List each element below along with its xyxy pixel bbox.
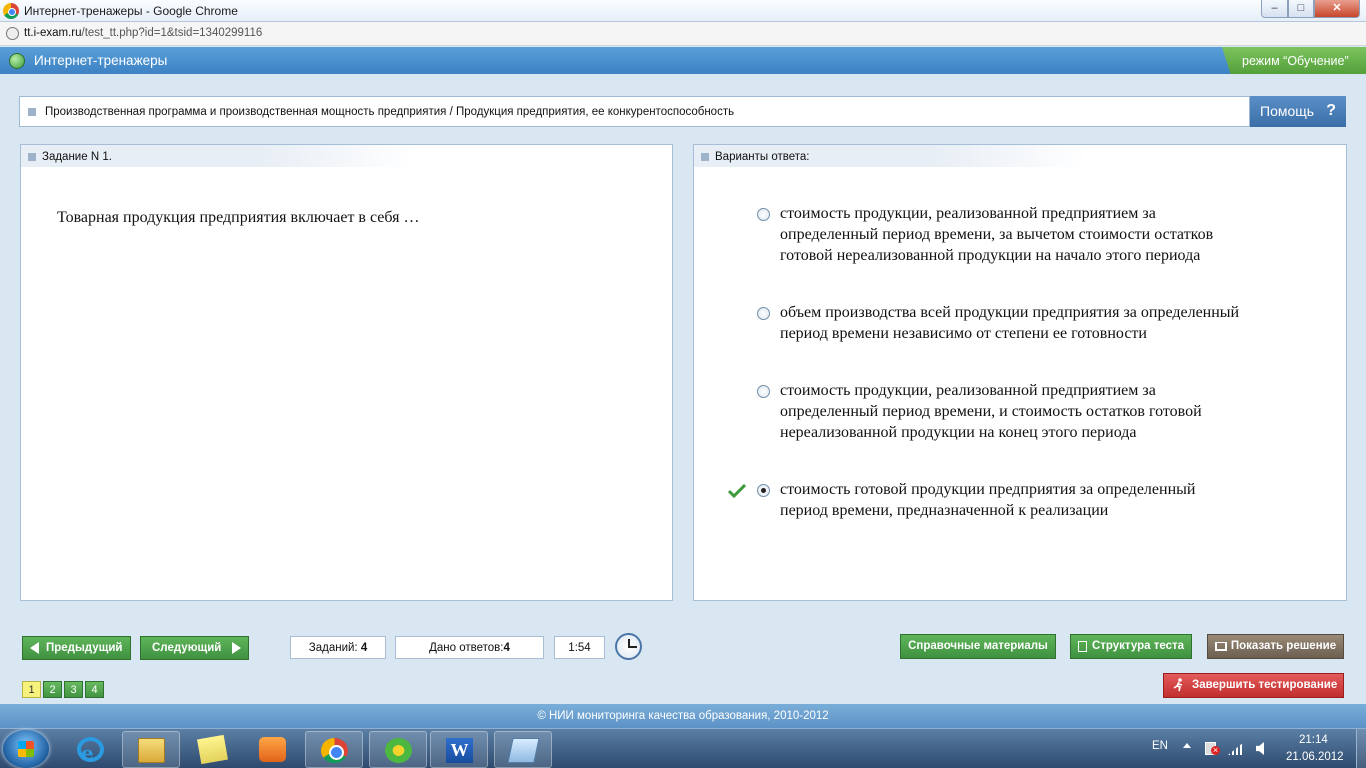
bullet-square-icon (28, 108, 36, 116)
window-titlebar: Интернет-тренажеры - Google Chrome – □ ✕ (0, 0, 1366, 22)
arrow-right-icon (232, 642, 241, 654)
app-logo-icon (9, 53, 25, 69)
running-man-icon (1173, 678, 1183, 692)
answer-radio-4[interactable] (757, 484, 770, 497)
test-structure-label: Структура теста (1091, 640, 1185, 652)
window-title: Интернет-тренажеры - Google Chrome (24, 4, 238, 18)
clock-date[interactable]: 21.06.2012 (1286, 751, 1344, 768)
app-name: Интернет-тренажеры (34, 53, 168, 68)
list-icon (1078, 641, 1087, 652)
previous-button[interactable]: Предыдущий (22, 636, 131, 660)
start-button[interactable] (3, 730, 49, 768)
finish-test-button[interactable]: Завершить тестирование (1163, 673, 1344, 698)
answer-option-3[interactable]: стоимость продукции, реализованной предп… (780, 380, 1240, 443)
taskbar-windows-explorer[interactable] (122, 731, 180, 768)
action-center-flag-icon[interactable] (1205, 742, 1220, 755)
answers-header: Варианты ответа: (715, 151, 810, 163)
correct-checkmark-icon (728, 484, 746, 498)
answer-radio-3[interactable] (757, 385, 770, 398)
bullet-square-icon (701, 153, 709, 161)
copyright-footer: © НИИ мониторинга качества образования, … (0, 704, 1366, 728)
question-text: Товарная продукция предприятия включает … (57, 209, 420, 226)
page-button-4[interactable]: 4 (85, 681, 104, 698)
next-label: Следующий (152, 642, 222, 654)
test-structure-button[interactable]: Структура теста (1070, 634, 1192, 659)
task-number: Задание N 1. (42, 151, 112, 163)
answer-option-4[interactable]: стоимость готовой продукции предприятия … (780, 479, 1240, 521)
taskbar-icq[interactable] (369, 731, 427, 768)
address-bar[interactable]: tt.i-exam.ru/test_tt.php?id=1&tsid=13402… (0, 22, 1366, 46)
topic-title: Производственная программа и производств… (45, 106, 735, 118)
taskbar: e W EN 21:14 21.06.2012 (0, 728, 1366, 768)
arrow-left-icon (30, 642, 39, 654)
volume-icon[interactable] (1256, 742, 1264, 755)
next-button[interactable]: Следующий (140, 636, 249, 660)
question-mark-icon: ? (1326, 102, 1336, 119)
taskbar-internet-explorer[interactable]: e (62, 731, 120, 768)
sticky-notes-icon (197, 734, 228, 765)
close-button[interactable]: ✕ (1314, 0, 1360, 18)
maximize-button[interactable]: □ (1288, 0, 1314, 18)
show-desktop-button[interactable] (1356, 729, 1366, 768)
tasks-count-label: Заданий: (308, 642, 358, 654)
word-icon: W (446, 738, 473, 763)
page-button-1[interactable]: 1 (22, 681, 41, 698)
folder-icon (138, 738, 165, 763)
url-host: tt.i-exam.ru (24, 27, 82, 39)
answers-count: Дано ответов:4 (395, 636, 544, 659)
app-header: Интернет-тренажеры режим “Обучение” (0, 47, 1366, 74)
taskbar-media-player[interactable] (244, 731, 302, 768)
answer-radio-1[interactable] (757, 208, 770, 221)
notepad-icon (507, 738, 540, 763)
chrome-icon (321, 738, 348, 763)
page-button-3[interactable]: 3 (64, 681, 83, 698)
book-icon (1215, 642, 1227, 651)
network-signal-icon[interactable] (1228, 742, 1244, 755)
answers-count-value: 4 (503, 642, 510, 654)
taskbar-google-chrome[interactable] (305, 731, 363, 768)
tasks-count-value: 4 (360, 642, 368, 654)
answer-option-1[interactable]: стоимость продукции, реализованной предп… (780, 203, 1240, 266)
page-button-2[interactable]: 2 (43, 681, 62, 698)
show-solution-label: Показать решение (1230, 640, 1337, 652)
windows-logo-icon (18, 741, 34, 757)
reference-materials-button[interactable]: Справочные материалы (900, 634, 1056, 659)
finish-test-label: Завершить тестирование (1192, 679, 1338, 691)
answers-panel: Варианты ответа: стоимость продукции, ре… (693, 144, 1347, 601)
icq-flower-icon (385, 738, 412, 763)
language-indicator[interactable]: EN (1152, 740, 1168, 768)
topic-bar: Производственная программа и производств… (19, 96, 1250, 127)
show-solution-button[interactable]: Показать решение (1207, 634, 1344, 659)
answer-option-2[interactable]: объем производства всей продукции предпр… (780, 302, 1240, 344)
tasks-count: Заданий: 4 (290, 636, 386, 659)
url-text[interactable]: tt.i-exam.ru/test_tt.php?id=1&tsid=13402… (24, 27, 262, 39)
clock-icon (615, 633, 642, 660)
taskbar-sticky-notes[interactable] (184, 731, 242, 768)
answers-count-label: Дано ответов: (429, 642, 504, 654)
mode-badge: режим “Обучение” (1222, 47, 1366, 74)
minimize-button[interactable]: – (1261, 0, 1288, 18)
help-button[interactable]: Помощь ? (1250, 96, 1346, 127)
url-path: /test_tt.php?id=1&tsid=1340299116 (81, 27, 263, 39)
show-hidden-icons-icon[interactable] (1183, 743, 1191, 748)
taskbar-notepad[interactable] (494, 731, 552, 768)
page-info-icon[interactable] (6, 27, 19, 40)
chrome-icon (3, 3, 19, 19)
timer: 1:54 (554, 636, 605, 659)
help-label: Помощь (1260, 103, 1315, 119)
task-panel: Задание N 1. Товарная продукция предприя… (20, 144, 673, 601)
bullet-square-icon (28, 153, 36, 161)
internet-explorer-icon: e (77, 737, 104, 765)
answer-radio-2[interactable] (757, 307, 770, 320)
previous-label: Предыдущий (46, 642, 123, 654)
task-panel-header: Задание N 1. (21, 145, 414, 167)
answers-panel-header: Варианты ответа: (694, 145, 1087, 167)
taskbar-microsoft-word[interactable]: W (430, 731, 488, 768)
media-player-icon (259, 737, 286, 762)
